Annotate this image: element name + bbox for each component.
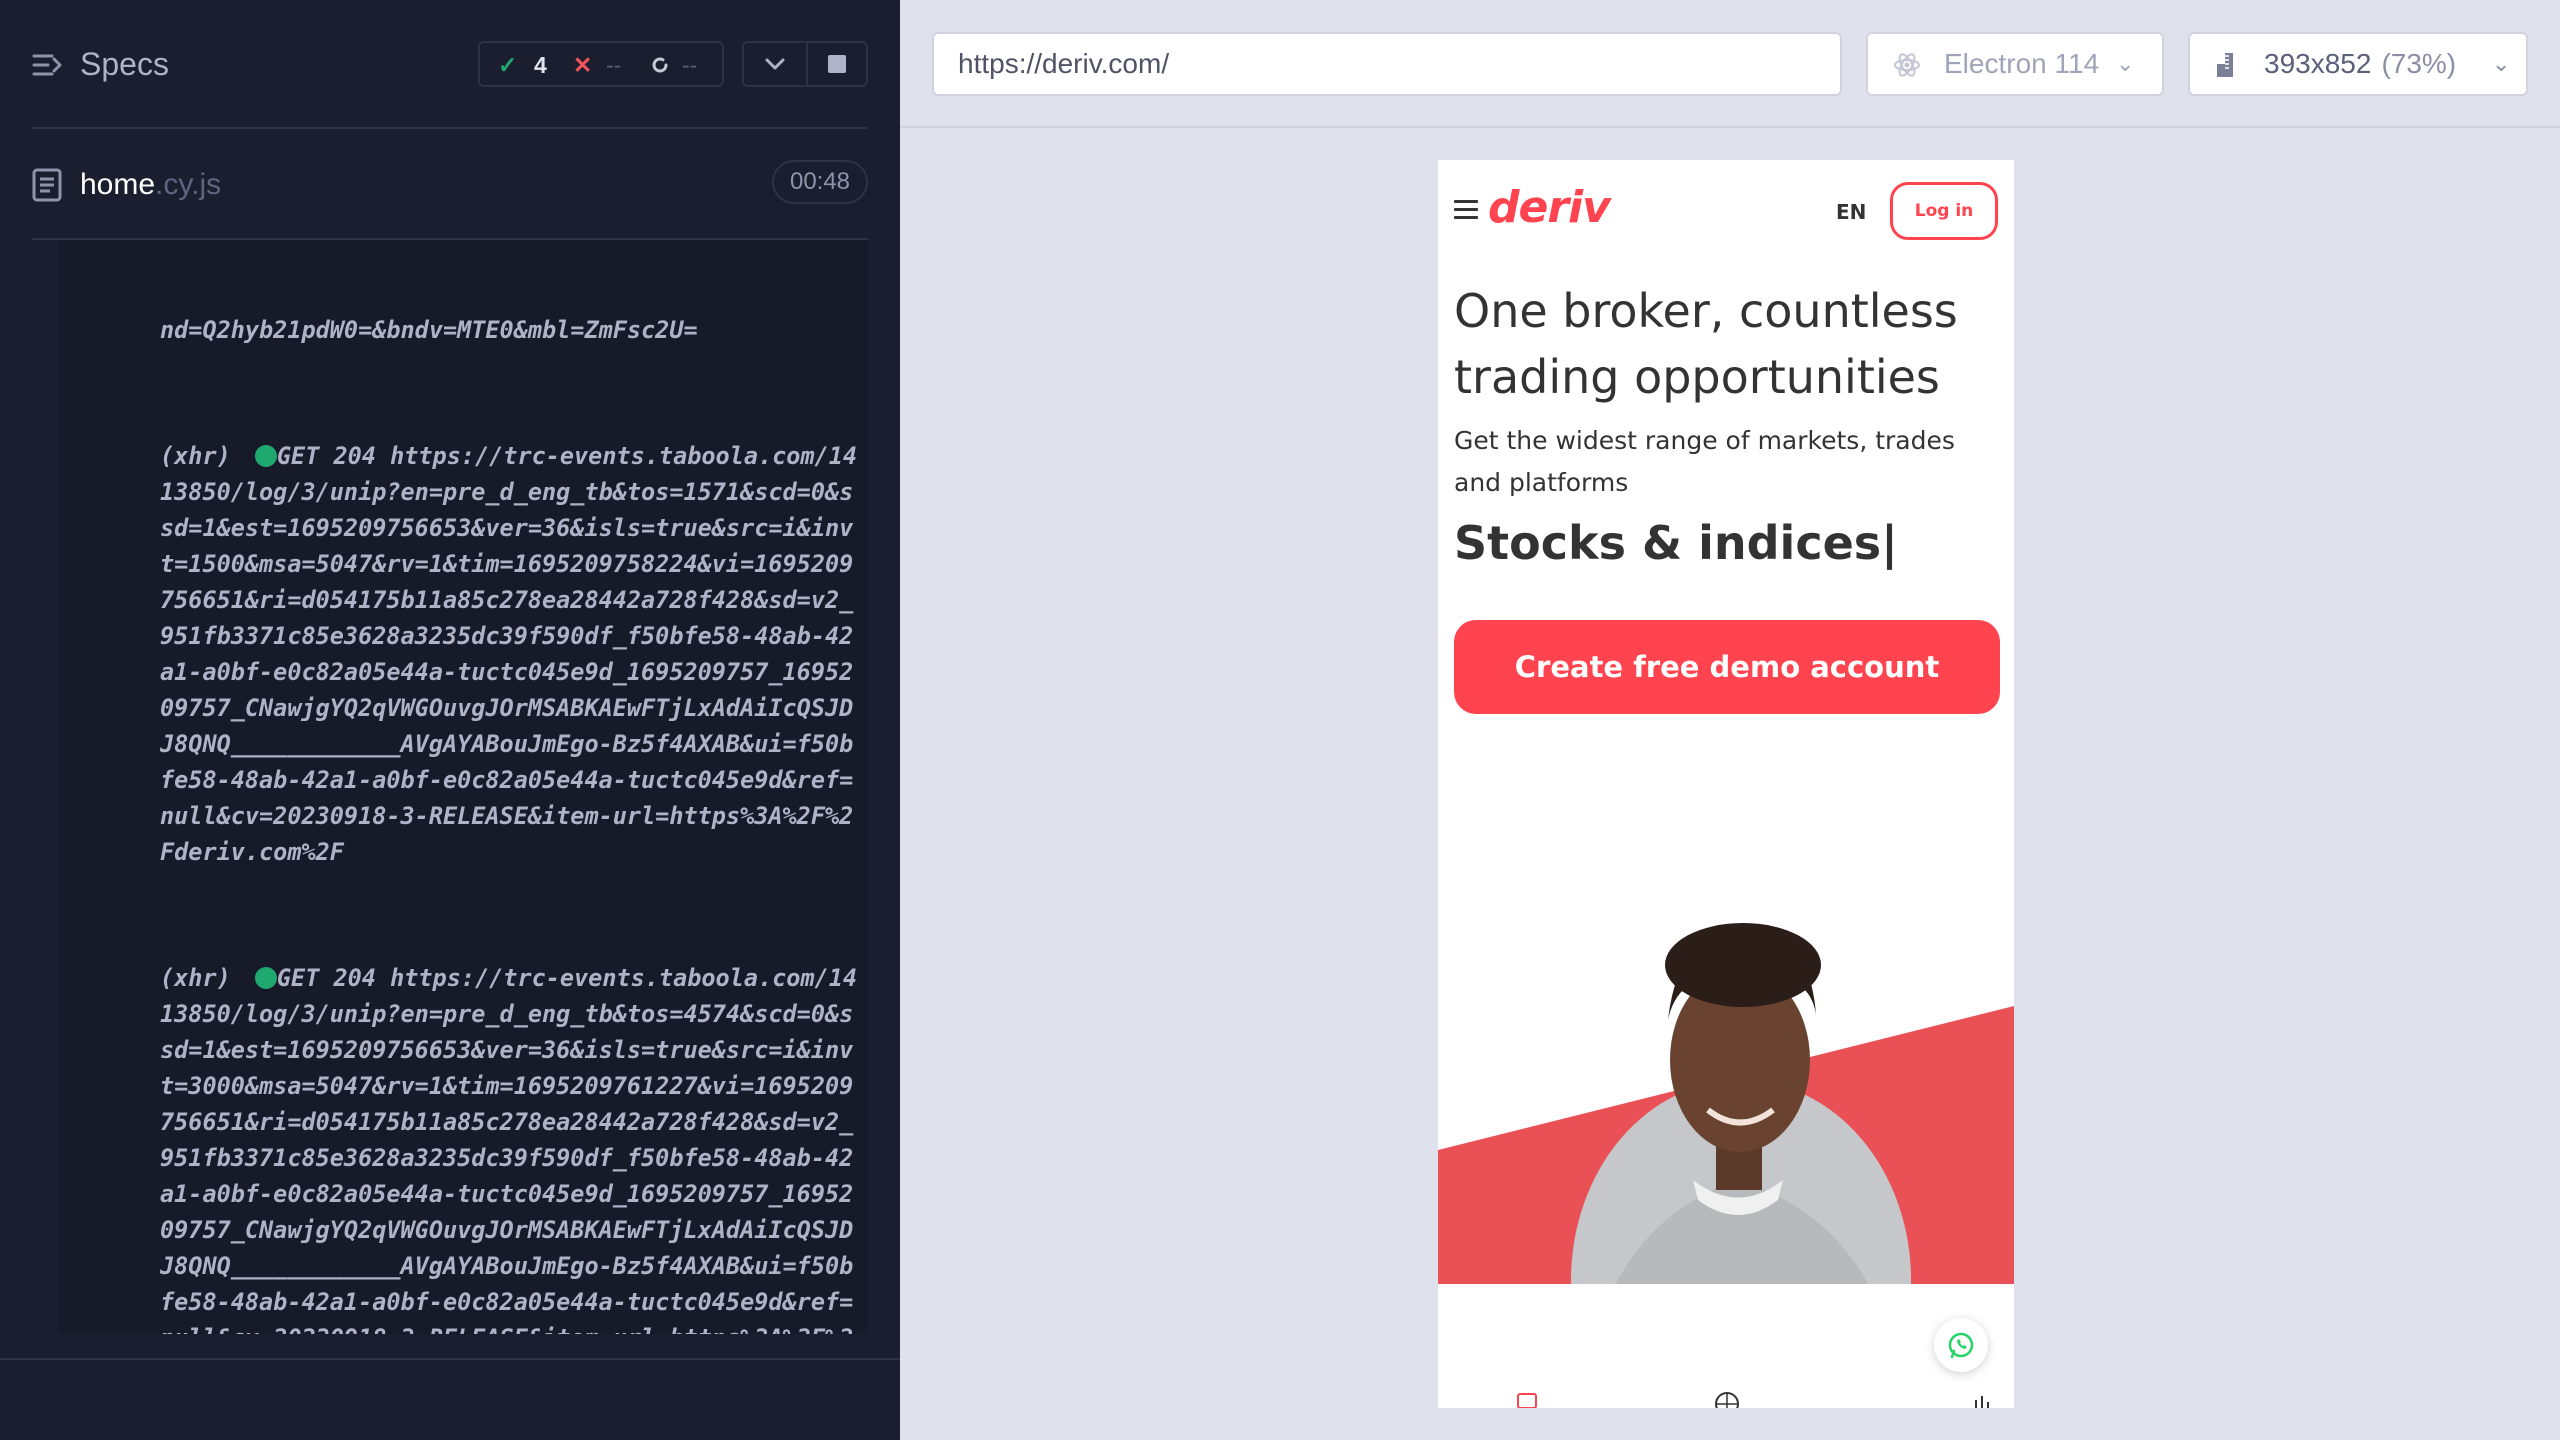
whatsapp-button[interactable] bbox=[1934, 1318, 1988, 1372]
url-bar[interactable]: https://deriv.com/ bbox=[932, 32, 1842, 96]
divider bbox=[0, 1358, 900, 1360]
language-selector[interactable]: EN bbox=[1836, 200, 1866, 224]
chevron-down-icon: ⌄ bbox=[2116, 51, 2135, 76]
specs-header: Specs ✓ 4 ✕ -- -- bbox=[0, 0, 900, 128]
chevron-down-icon bbox=[765, 58, 785, 70]
browser-label: Electron 114 bbox=[1944, 48, 2100, 79]
app-under-test-frame: deriv EN Log in One broker, countless tr… bbox=[1438, 160, 2014, 1408]
globe-icon bbox=[1715, 1392, 1739, 1408]
hero-typed-text: Stocks & indices| bbox=[1454, 516, 1898, 570]
status-dot bbox=[254, 445, 277, 467]
trade-icon bbox=[1517, 1393, 1537, 1408]
command-log[interactable]: nd=Q2hyb21pdW0=&bndv=MTE0&mbl=ZmFsc2U= (… bbox=[58, 240, 868, 1334]
spec-extension: .cy.js bbox=[155, 168, 222, 201]
log-entry[interactable]: (xhr) GET 204 https://trc-events.taboola… bbox=[160, 438, 860, 870]
stop-icon bbox=[828, 55, 846, 73]
log-entry-url: https://trc-events.taboola.com/1413850/l… bbox=[160, 964, 857, 1334]
log-entry-type: (xhr) bbox=[160, 442, 231, 470]
log-entry-url: https://trc-events.taboola.com/1413850/l… bbox=[160, 442, 857, 866]
collapse-specs-icon[interactable] bbox=[32, 50, 62, 80]
hero-title: One broker, countless trading opportunit… bbox=[1454, 284, 1958, 404]
run-stats: ✓ 4 ✕ -- -- bbox=[478, 41, 724, 87]
chevron-down-button[interactable] bbox=[744, 43, 806, 85]
status-dot bbox=[254, 967, 277, 989]
spec-name: home.cy.js bbox=[80, 168, 221, 202]
log-content: nd=Q2hyb21pdW0=&bndv=MTE0&mbl=ZmFsc2U= (… bbox=[160, 240, 860, 1334]
divider bbox=[900, 126, 2560, 128]
x-icon: ✕ bbox=[573, 52, 593, 78]
ruler-icon bbox=[2217, 53, 2233, 77]
file-icon bbox=[32, 168, 62, 202]
divider bbox=[32, 127, 868, 129]
failed-count: -- bbox=[606, 52, 622, 78]
spec-file-row[interactable]: home.cy.js 00:48 bbox=[0, 150, 900, 220]
login-button[interactable]: Log in bbox=[1890, 182, 1998, 240]
passed-count: 4 bbox=[534, 52, 547, 78]
log-entry-method: GET 204 bbox=[276, 442, 376, 470]
log-entry-method: GET 204 bbox=[276, 964, 376, 992]
chart-icon bbox=[1975, 1396, 1989, 1408]
specs-panel: Specs ✓ 4 ✕ -- -- home.cy.js 00:48 nd=Q2… bbox=[0, 0, 900, 1440]
pending-count: -- bbox=[682, 52, 698, 78]
viewport-select[interactable]: 393x852 (73%) ⌄ bbox=[2188, 32, 2528, 96]
browser-select[interactable]: Electron 114 ⌄ bbox=[1866, 32, 2164, 96]
duration-badge: 00:48 bbox=[772, 160, 868, 204]
electron-icon bbox=[1894, 53, 1920, 77]
hamburger-menu-icon[interactable] bbox=[1454, 200, 1478, 220]
spinner-icon bbox=[650, 52, 670, 81]
viewport-scale: (73%) bbox=[2381, 48, 2457, 79]
viewport-size: 393x852 bbox=[2264, 48, 2372, 79]
stop-button[interactable] bbox=[808, 43, 866, 85]
deriv-logo[interactable]: deriv bbox=[1488, 182, 1611, 233]
log-entry-type: (xhr) bbox=[160, 964, 231, 992]
whatsapp-icon bbox=[1948, 1332, 1974, 1359]
spec-basename: home bbox=[80, 168, 156, 201]
log-entry[interactable]: (xhr) GET 204 https://trc-events.taboola… bbox=[160, 960, 860, 1334]
specs-title: Specs bbox=[80, 46, 169, 82]
log-line: nd=Q2hyb21pdW0=&bndv=MTE0&mbl=ZmFsc2U= bbox=[160, 316, 698, 344]
check-icon: ✓ bbox=[498, 52, 518, 78]
viewport-label: 393x852 (73%) bbox=[2264, 34, 2456, 94]
create-demo-account-button[interactable]: Create free demo account bbox=[1454, 620, 2000, 714]
hero-subtitle: Get the widest range of markets, trades … bbox=[1454, 426, 1955, 497]
run-controls bbox=[742, 41, 868, 87]
chevron-down-icon: ⌄ bbox=[2492, 51, 2511, 76]
